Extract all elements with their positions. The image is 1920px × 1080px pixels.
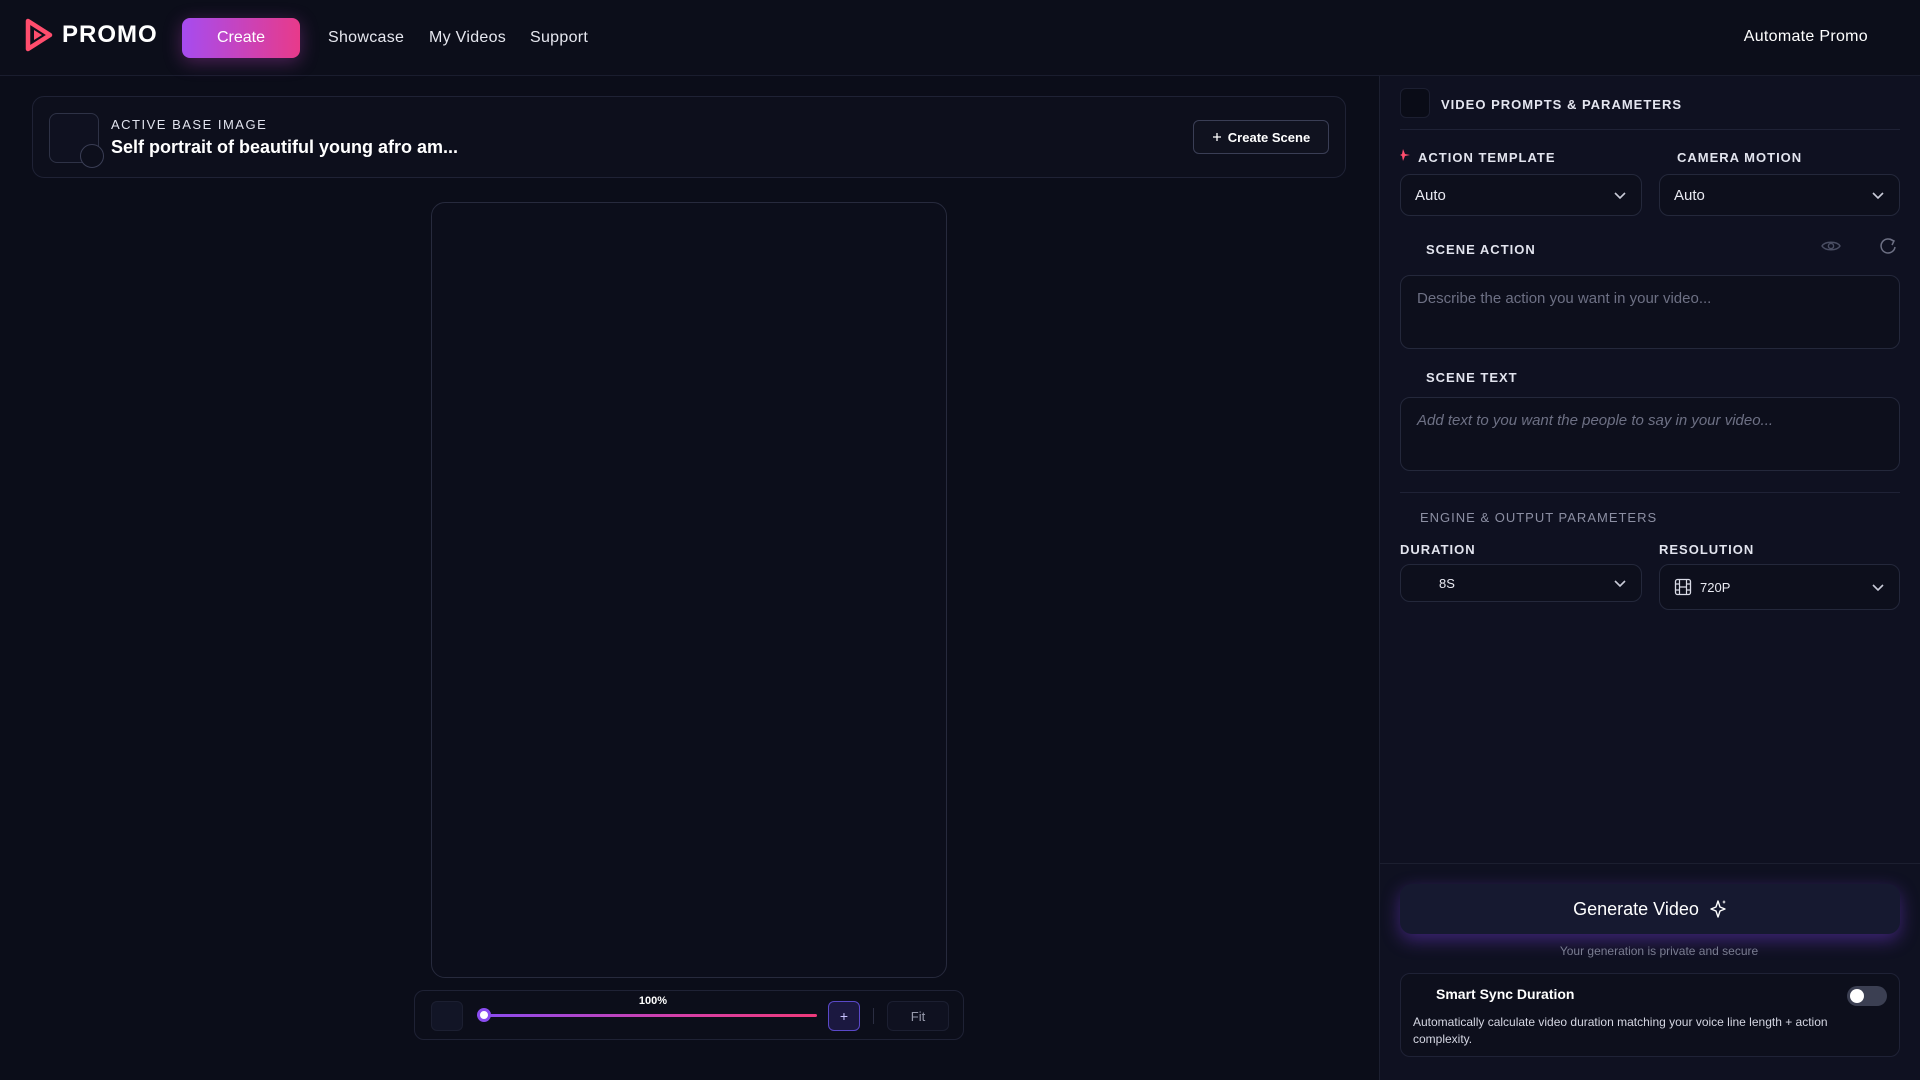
scene-text-label: SCENE TEXT (1426, 370, 1518, 385)
panel-title: VIDEO PROMPTS & PARAMETERS (1441, 97, 1683, 112)
duration-label: DURATION (1400, 542, 1476, 557)
duration-dropdown[interactable]: 8S (1400, 564, 1642, 602)
action-template-label: ACTION TEMPLATE (1418, 150, 1556, 165)
nav-support-link[interactable]: Support (530, 29, 588, 47)
sparkle-icon (1710, 900, 1726, 918)
generate-video-label: Generate Video (1573, 898, 1699, 919)
camera-motion-label: CAMERA MOTION (1677, 150, 1803, 165)
action-template-value: Auto (1415, 186, 1446, 204)
chevron-down-icon (1614, 192, 1626, 200)
zoom-controls: 100% + Fit (414, 990, 964, 1040)
resolution-dropdown[interactable]: 720P (1659, 564, 1900, 610)
create-scene-button[interactable]: Create Scene (1193, 120, 1329, 154)
camera-motion-dropdown[interactable]: Auto (1659, 174, 1900, 216)
base-image-label: ACTIVE BASE IMAGE (111, 117, 268, 132)
privacy-note: Your generation is private and secure (1559, 944, 1759, 958)
toggle-knob (1850, 989, 1864, 1003)
create-button[interactable]: Create (182, 18, 300, 58)
zoom-slider-handle[interactable] (477, 1008, 491, 1022)
create-scene-label: Create Scene (1227, 129, 1311, 145)
video-preview-canvas[interactable] (431, 202, 947, 978)
play-logo-icon (25, 18, 53, 52)
scene-text-input[interactable]: Add text to you want the people to say i… (1400, 397, 1900, 471)
nav-showcase-link[interactable]: Showcase (328, 29, 404, 47)
automate-promo-link[interactable]: Automate Promo (1744, 28, 1868, 46)
base-image-title: Self portrait of beautiful young afro am… (111, 137, 459, 157)
chevron-down-icon (1872, 584, 1884, 592)
nav-my-videos-link[interactable]: My Videos (429, 29, 506, 47)
smart-sync-card: Smart Sync Duration Automatically calcul… (1400, 973, 1900, 1057)
footer-divider (1380, 863, 1920, 864)
duration-value: 8S (1439, 575, 1455, 591)
film-icon (1674, 578, 1692, 596)
action-template-dropdown[interactable]: Auto (1400, 174, 1642, 216)
brand-name: PROMO (62, 21, 158, 48)
base-image-thumbnail[interactable] (49, 113, 104, 168)
engine-section-label: ENGINE & OUTPUT PARAMETERS (1420, 510, 1658, 525)
chevron-down-icon (1614, 580, 1626, 588)
top-navbar: PROMO Create Showcase My Videos Support … (0, 0, 1920, 76)
scene-action-label: SCENE ACTION (1426, 242, 1536, 257)
zoom-slider-track[interactable] (483, 1014, 817, 1017)
scene-action-input[interactable]: Describe the action you want in your vid… (1400, 275, 1900, 349)
smart-sync-description: Automatically calculate video duration m… (1413, 1015, 1828, 1046)
zoom-out-button[interactable] (431, 1001, 463, 1031)
zoom-fit-button[interactable]: Fit (887, 1001, 949, 1031)
chevron-down-icon (1872, 192, 1884, 200)
zoom-percent-readout: 100% (638, 995, 668, 1007)
zoom-in-button[interactable]: + (828, 1001, 860, 1031)
smart-sync-toggle[interactable] (1847, 986, 1887, 1006)
active-base-image-card: ACTIVE BASE IMAGE Self portrait of beaut… (32, 96, 1346, 178)
eye-icon[interactable] (1821, 238, 1841, 254)
thumbnail-badge (80, 144, 104, 168)
video-parameters-panel: VIDEO PROMPTS & PARAMETERS ACTION TEMPLA… (1379, 76, 1920, 1080)
smart-sync-title: Smart Sync Duration (1436, 986, 1575, 1002)
zoom-divider (873, 1008, 874, 1024)
plus-icon (1212, 133, 1221, 141)
brand-logo[interactable]: PROMO (24, 18, 158, 52)
sparkle-icon (1400, 149, 1410, 161)
panel-header-icon (1400, 88, 1430, 118)
camera-motion-value: Auto (1674, 186, 1705, 204)
resolution-label: RESOLUTION (1659, 542, 1755, 557)
resolution-value: 720P (1700, 579, 1731, 595)
refresh-icon[interactable] (1879, 237, 1897, 255)
section-divider (1400, 492, 1900, 493)
panel-header: VIDEO PROMPTS & PARAMETERS (1400, 88, 1900, 130)
generate-video-button[interactable]: Generate Video (1400, 884, 1900, 934)
